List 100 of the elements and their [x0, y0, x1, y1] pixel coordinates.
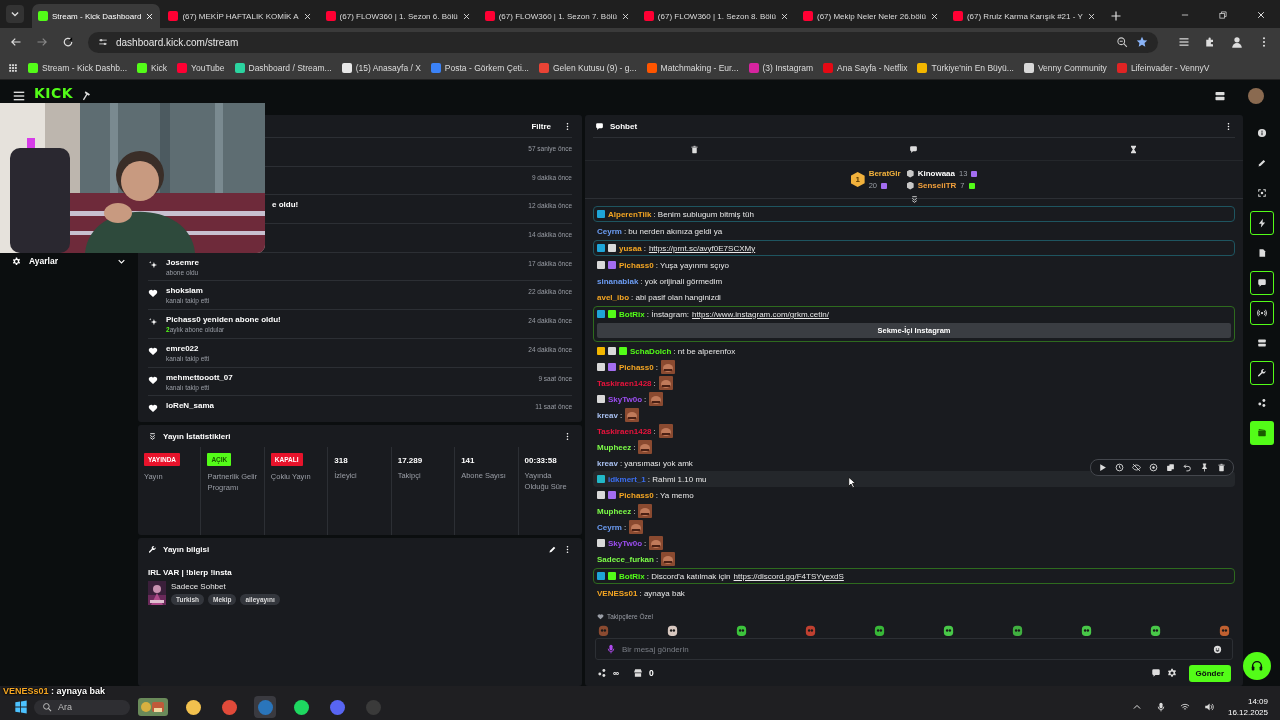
browser-tab[interactable]: (67) FLOW360 | 1. Sezon 7. Bölü [478, 4, 636, 28]
forward-icon[interactable] [36, 36, 48, 48]
puzzle-icon[interactable] [1204, 36, 1216, 48]
chat-username[interactable]: SchaDolch [630, 346, 672, 356]
edit-icon[interactable] [548, 544, 557, 554]
close-icon[interactable] [620, 11, 630, 21]
bookmark[interactable]: Venny Community [1023, 62, 1107, 73]
chat-username[interactable]: kreav [597, 458, 618, 468]
trash-icon[interactable] [1217, 463, 1226, 472]
bookmark[interactable]: Posta - Görkem Çeti... [430, 62, 529, 73]
volume-icon[interactable] [1203, 702, 1214, 712]
bookmark[interactable]: Dashboard / Stream... [234, 62, 332, 73]
store-icon[interactable] [633, 668, 644, 678]
chevron-up-icon[interactable] [1131, 702, 1142, 712]
send-button[interactable]: Gönder [1188, 664, 1231, 682]
extension-icon[interactable] [1178, 36, 1190, 48]
undo-icon[interactable] [1183, 463, 1192, 472]
chat-username[interactable]: BotRix [619, 571, 645, 581]
layout-icon[interactable] [1214, 90, 1226, 102]
star-icon[interactable] [1136, 36, 1148, 48]
chat-username[interactable]: Ceyrm [597, 226, 622, 236]
bookmark[interactable]: Gelen Kutusu (9) - g... [538, 62, 637, 73]
chat-username[interactable]: SkyTw0o [608, 394, 643, 404]
emote-icon[interactable] [1011, 623, 1024, 637]
message-input[interactable]: Bir mesaj gönderin [622, 644, 1207, 654]
chat-username[interactable]: SkyTw0o [608, 538, 643, 548]
bookmark[interactable]: YouTube [177, 62, 225, 73]
rail-button[interactable] [1249, 211, 1274, 235]
search-field[interactable]: Ara [34, 699, 130, 715]
trash-icon[interactable] [690, 144, 700, 154]
chat-username[interactable]: Pichass0 [619, 490, 654, 500]
chat-username[interactable]: BotRix [619, 309, 645, 319]
chat-username[interactable]: Sadece_furkan [597, 554, 654, 564]
chat-username[interactable]: Mupheez [597, 442, 632, 452]
avatar[interactable] [1248, 88, 1264, 104]
browser-tab[interactable]: (67) Rrulz Karma Karışık #21 - Y [946, 4, 1102, 28]
copy-icon[interactable] [1166, 463, 1175, 472]
chat-username[interactable]: avel_ibo [597, 292, 629, 302]
close-icon[interactable] [780, 11, 789, 21]
profile-icon[interactable] [1230, 35, 1244, 49]
browser-tab[interactable]: (67) FLOW360 | 1. Sezon 6. Bölü [319, 4, 477, 28]
close-icon[interactable] [461, 11, 471, 21]
at-sign-icon[interactable] [1149, 463, 1158, 472]
rail-button[interactable] [1249, 271, 1274, 295]
close-icon[interactable] [302, 11, 312, 21]
rail-button[interactable] [1249, 361, 1274, 385]
close-icon[interactable] [1256, 10, 1266, 20]
emote-icon[interactable] [735, 623, 748, 637]
bookmark[interactable]: Ana Sayfa - Netflix [823, 62, 908, 73]
chat-username[interactable]: Taskiraen1428 [597, 378, 652, 388]
collapse-icon[interactable] [910, 195, 919, 204]
chat-username[interactable]: Pichass0 [619, 260, 654, 270]
chat-bubble-icon[interactable] [1150, 668, 1161, 678]
close-icon[interactable] [145, 11, 155, 21]
link[interactable]: https://discord.gg/F4TSYyexdS [733, 571, 844, 581]
rail-button[interactable] [1249, 421, 1274, 445]
address-bar[interactable]: dashboard.kick.com/stream [88, 31, 1158, 53]
emote-icon[interactable] [1080, 623, 1093, 637]
browser-tab[interactable]: Stream - Kick Dashboard [32, 4, 161, 28]
pin-icon[interactable] [1200, 463, 1209, 472]
bookmark[interactable]: Türkiye'nin En Büyü... [917, 62, 1014, 73]
logo[interactable]: KICK [34, 86, 74, 100]
network-icon[interactable] [1179, 702, 1190, 712]
apps-grid-icon[interactable] [8, 62, 18, 73]
reload-icon[interactable] [62, 36, 74, 48]
browser-tab[interactable]: (67) FLOW360 | 1. Sezon 8. Bölü [637, 4, 795, 28]
emote-icon[interactable] [1149, 623, 1162, 637]
link[interactable]: https://prnt.sc/avyf0E7SCXMy [648, 243, 756, 253]
browser-tab[interactable]: (67) MEKİP HAFTALIK KOMİK A [162, 4, 318, 28]
close-icon[interactable] [929, 11, 939, 21]
clock[interactable]: 14:09 16.12.2025 [1227, 697, 1268, 717]
bookmark[interactable]: Matchmaking - Eur... [646, 62, 739, 73]
eye-off-icon[interactable] [1132, 463, 1141, 472]
chat-username[interactable]: VENESs01 [597, 588, 638, 598]
tab-list-button[interactable] [6, 5, 24, 23]
bookmark[interactable]: Stream - Kick Dashb... [28, 62, 128, 73]
emote-icon[interactable] [666, 623, 679, 637]
menu-icon[interactable] [12, 89, 26, 103]
plus-icon[interactable] [1109, 10, 1122, 22]
chat-username[interactable]: Ceyrm [597, 522, 622, 532]
restore-icon[interactable] [1218, 10, 1228, 20]
hourglass-icon[interactable] [1128, 144, 1138, 154]
chat-username[interactable]: AlperenTilk [608, 209, 652, 219]
chat-username[interactable]: Pichass0 [619, 362, 654, 372]
chat-username[interactable]: yusaa [619, 243, 642, 253]
category-name[interactable]: Sadece Sohbet [171, 581, 280, 591]
zoom-out-icon[interactable] [1116, 36, 1128, 48]
start-icon[interactable] [14, 700, 28, 714]
browser-tab[interactable]: (67) Mekip Neler Neler 26.bölü [797, 4, 945, 28]
settings-icon[interactable] [1166, 668, 1177, 678]
microphone-icon[interactable] [1155, 702, 1166, 712]
bookmark[interactable]: Lifeinvader - VennyV [1116, 62, 1210, 73]
sliders-icon[interactable] [98, 37, 108, 47]
link[interactable]: https://www.instagram.com/grkm.cetin/ [692, 309, 829, 319]
clock-icon[interactable] [1115, 463, 1124, 472]
chat-username[interactable]: sinanablak [597, 276, 639, 286]
chat-username[interactable]: kreav [597, 410, 618, 420]
rail-button[interactable] [1249, 301, 1274, 325]
message-field[interactable]: Bir mesaj gönderin [595, 638, 1233, 660]
game-launcher-icon[interactable] [254, 696, 276, 718]
